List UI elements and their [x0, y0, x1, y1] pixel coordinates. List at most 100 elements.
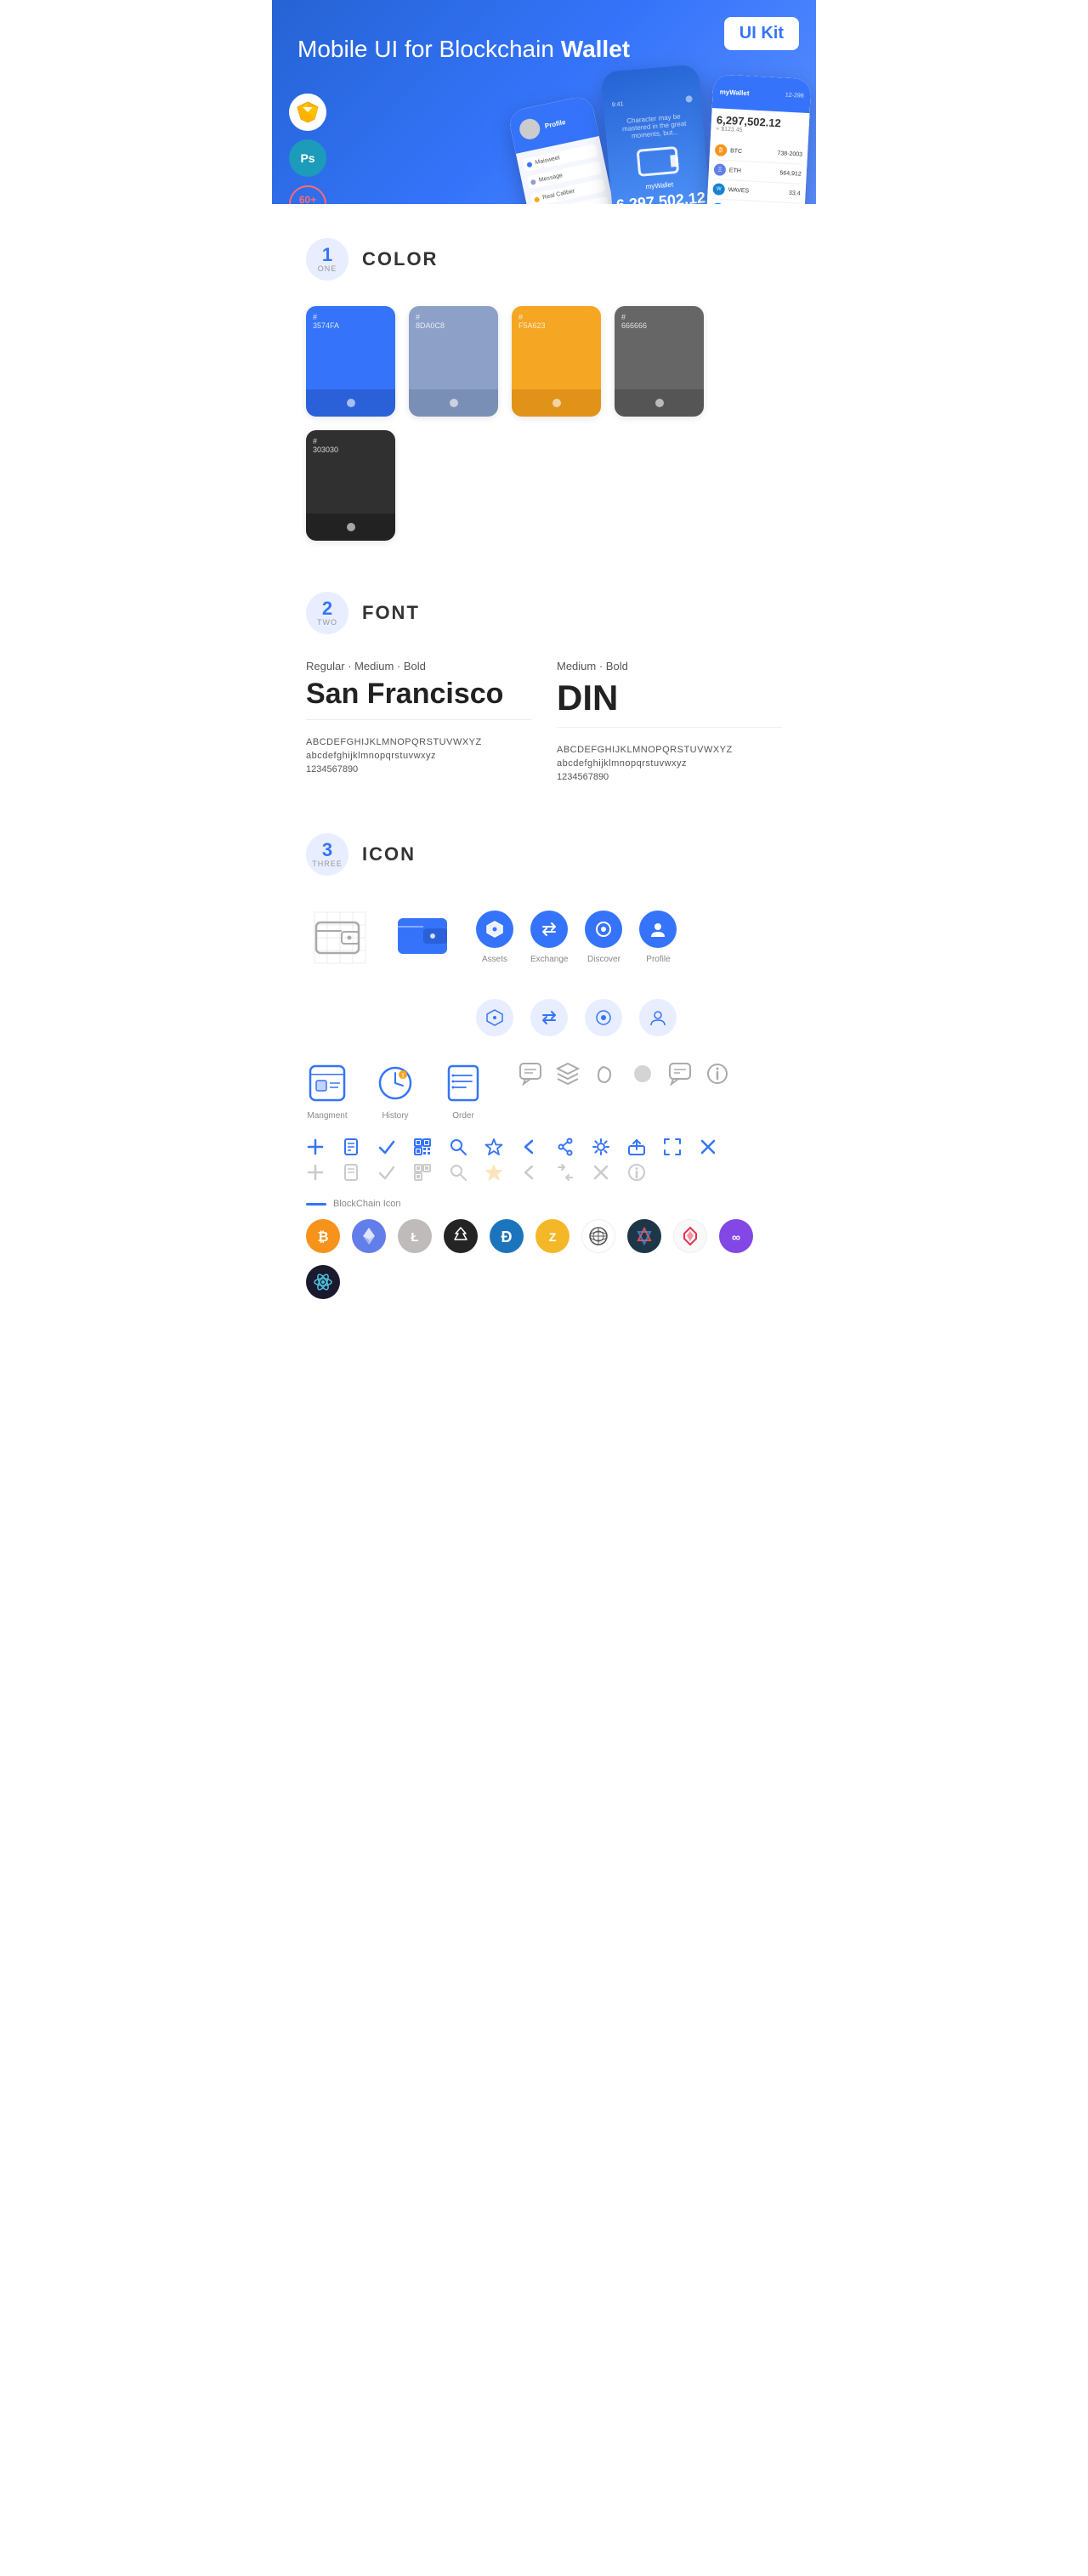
- font-section: 2 TWO FONT Regular · Medium · Bold San F…: [272, 558, 816, 799]
- zcash-icon: Z: [536, 1219, 570, 1253]
- font-sf-name: San Francisco: [306, 678, 531, 711]
- exchange-grey-svg: [540, 1008, 558, 1027]
- phone-screen-center: 9:41 Character may be mastered in the gr…: [601, 64, 713, 204]
- augur-icon: [627, 1219, 661, 1253]
- nav-icons-grey-row: [476, 999, 782, 1036]
- font-sf-nums: 1234567890: [306, 764, 531, 775]
- plus-icon: [306, 1138, 325, 1156]
- assets-svg: [485, 920, 504, 939]
- icon-order: Order: [442, 1062, 484, 1121]
- profile-svg: [649, 920, 667, 939]
- bottom-spacer: [306, 1299, 782, 1325]
- font-section-header: 2 TWO FONT: [306, 592, 782, 634]
- color-grey-top: #666666: [615, 306, 704, 389]
- dash-svg: Ð: [496, 1225, 518, 1247]
- utility-icons-row-1: [306, 1138, 782, 1156]
- nav-icon-discover: Discover: [585, 911, 622, 964]
- star-active-icon: [484, 1163, 503, 1182]
- order-svg: [442, 1062, 484, 1104]
- icon-management: Mangment: [306, 1062, 348, 1121]
- blockchain-label-row: BlockChain Icon: [306, 1199, 782, 1209]
- matic-icon: ∞: [719, 1219, 753, 1253]
- stellar-svg: [312, 1271, 334, 1293]
- iota-svg: [450, 1225, 472, 1247]
- svg-text:Ð: Ð: [502, 1228, 513, 1245]
- history-svg: !: [374, 1062, 416, 1104]
- ethereum-svg: [358, 1225, 380, 1247]
- exchange-grey-icon: [530, 999, 568, 1036]
- color-swatch-orange: #F5A623: [512, 306, 601, 417]
- moon-icon: [593, 1062, 617, 1086]
- color-greyblue-bottom: [409, 389, 498, 417]
- exchange-svg: [540, 920, 558, 939]
- plus-grey-icon: [306, 1163, 325, 1182]
- upload-icon: [627, 1138, 646, 1156]
- icon-section-header: 3 THREE ICON: [306, 833, 782, 876]
- profile-grey-svg: [649, 1008, 667, 1027]
- hero-phones: Profile Maisweet Message Real Caliber: [518, 68, 808, 204]
- close-icon: [699, 1138, 717, 1156]
- discover-grey-svg: [594, 1008, 613, 1027]
- color-dot: [655, 399, 664, 407]
- color-greyblue-top: #8DA0C8: [409, 306, 498, 389]
- blockchain-label: BlockChain Icon: [333, 1199, 401, 1209]
- discover-grey-icon: [585, 999, 622, 1036]
- assets-icon-circle: [476, 911, 513, 948]
- assets-grey-icon: [476, 999, 513, 1036]
- icon-section-number: 3 THREE: [306, 833, 348, 876]
- divider: [557, 727, 782, 728]
- back-icon: [520, 1138, 539, 1156]
- svg-text:!: !: [402, 1073, 404, 1079]
- matic-svg: ∞: [725, 1225, 747, 1247]
- nav-icon-exchange: Exchange: [530, 911, 568, 964]
- wallet-filled-svg: [391, 901, 459, 969]
- svg-text:Ł: Ł: [411, 1230, 418, 1245]
- ark-icon: [673, 1219, 707, 1253]
- hero-title-text: Mobile UI for Blockchain: [298, 36, 561, 62]
- circle-icon: [631, 1062, 654, 1086]
- exchange-icon-circle: [530, 911, 568, 948]
- dash-icon: Ð: [490, 1219, 524, 1253]
- check-icon: [377, 1138, 396, 1156]
- phone-mockup-center: 9:41 Character may be mastered in the gr…: [601, 64, 713, 204]
- svg-text:∞: ∞: [732, 1230, 740, 1244]
- font-sf-lower: abcdefghijklmnopqrstuvwxyz: [306, 751, 531, 761]
- back-grey-icon: [520, 1163, 539, 1182]
- blockchain-line: [306, 1203, 326, 1206]
- litecoin-svg: Ł: [404, 1225, 426, 1247]
- color-dot: [552, 399, 561, 407]
- icon-section-title: ICON: [362, 843, 416, 865]
- ps-badge: Ps: [289, 139, 326, 177]
- sketch-icon: [296, 100, 320, 124]
- font-din-name: DIN: [557, 678, 782, 718]
- qr-grey-icon: [413, 1163, 432, 1182]
- share-icon: [556, 1138, 575, 1156]
- color-swatch-grey: #666666: [615, 306, 704, 417]
- svg-text:Z: Z: [549, 1230, 557, 1244]
- color-dot: [347, 523, 355, 531]
- color-dark-bottom: [306, 513, 395, 541]
- color-dark-top: #303030: [306, 430, 395, 513]
- color-swatch-blue: #3574FA: [306, 306, 395, 417]
- forward-grey-icon: [556, 1163, 575, 1182]
- search-grey-icon: [449, 1163, 468, 1182]
- font-section-number: 2 TWO: [306, 592, 348, 634]
- nav-icons-group: Assets Exchange: [476, 911, 677, 964]
- chat2-icon: [668, 1062, 692, 1086]
- color-grey-bottom: [615, 389, 704, 417]
- badge-list: Ps 60+ Screens: [289, 94, 326, 204]
- layers-icon: [556, 1062, 580, 1086]
- font-sf-style: Regular · Medium · Bold: [306, 660, 531, 672]
- sketch-badge: [289, 94, 326, 131]
- color-blue-top: #3574FA: [306, 306, 395, 389]
- discover-icon-circle: [585, 911, 622, 948]
- hero-title: Mobile UI for Blockchain Wallet: [298, 34, 790, 65]
- font-grid: Regular · Medium · Bold San Francisco AB…: [306, 660, 782, 782]
- divider: [306, 719, 531, 720]
- x-grey-icon: [592, 1163, 610, 1182]
- crypto-icons-row: ₿ Ł Ð: [306, 1219, 782, 1299]
- color-dot: [450, 399, 458, 407]
- qr-icon: [413, 1138, 432, 1156]
- color-section-header: 1 ONE COLOR: [306, 238, 782, 281]
- litecoin-icon: Ł: [398, 1219, 432, 1253]
